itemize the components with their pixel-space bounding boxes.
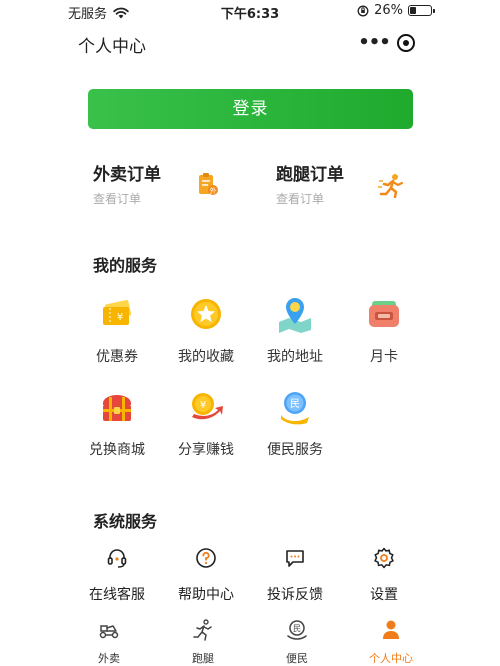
bottom-tab-bar: 外卖 跑腿 民 便民 个人中心	[0, 612, 500, 666]
tab-label: 外卖	[98, 652, 120, 665]
favorites-item[interactable]: 我的收藏	[166, 294, 246, 374]
treasure-chest-icon	[97, 387, 137, 427]
battery-percent: 26%	[374, 3, 403, 18]
svg-text:外: 外	[210, 186, 217, 195]
share-earn-label: 分享赚钱	[178, 442, 234, 458]
orientation-lock-icon	[357, 5, 369, 16]
order-title: 外卖订单	[93, 165, 161, 185]
coin-share-icon: ¥	[186, 387, 226, 427]
svg-text:民: 民	[290, 398, 300, 410]
map-pin-icon	[275, 294, 315, 334]
help-center-item[interactable]: 帮助中心	[166, 546, 246, 603]
star-icon	[186, 294, 226, 334]
status-right: 26%	[357, 3, 435, 18]
favorites-label: 我的收藏	[178, 349, 234, 365]
order-subtitle: 查看订单	[93, 192, 142, 206]
more-icon[interactable]: •••	[358, 34, 391, 52]
civic-tab-icon: 民	[287, 620, 307, 640]
battery-icon	[408, 5, 435, 16]
my-services-title: 我的服务	[93, 256, 158, 275]
exchange-mall-label: 兑换商城	[89, 442, 145, 458]
battery-fill	[410, 7, 416, 14]
settings-item[interactable]: 设置	[344, 546, 424, 603]
coupon-item[interactable]: ¥ 优惠券	[77, 294, 157, 374]
online-support-item[interactable]: 在线客服	[77, 546, 157, 603]
address-item[interactable]: 我的地址	[255, 294, 335, 374]
help-icon	[196, 548, 216, 568]
svg-text:民: 民	[293, 624, 301, 633]
mini-program-capsule: •••	[358, 28, 422, 58]
coupon-icon: ¥	[97, 294, 137, 334]
errand-order-entry[interactable]: 跑腿订单 查看订单	[276, 160, 436, 210]
exchange-mall-item[interactable]: 兑换商城	[77, 387, 157, 467]
feedback-item[interactable]: 投诉反馈	[255, 546, 335, 603]
tab-label: 跑腿	[192, 652, 214, 665]
svg-text:¥: ¥	[200, 400, 206, 411]
civic-service-item[interactable]: 民 便民服务	[255, 387, 335, 467]
help-center-label: 帮助中心	[178, 587, 234, 603]
feedback-icon	[286, 550, 304, 567]
nav-bar: 个人中心 •••	[0, 22, 500, 62]
tab-errand[interactable]: 跑腿	[163, 618, 243, 666]
coupon-label: 优惠券	[96, 349, 138, 365]
headset-icon	[107, 549, 127, 568]
settings-label: 设置	[370, 587, 398, 603]
tab-label: 便民	[286, 652, 308, 665]
system-services-title: 系统服务	[93, 512, 158, 531]
civic-service-icon: 民	[275, 387, 315, 427]
runner-tab-icon	[193, 619, 212, 641]
tab-food[interactable]: 外卖	[69, 618, 149, 666]
errand-runner-icon	[378, 174, 404, 198]
order-title: 跑腿订单	[276, 165, 344, 185]
page-title: 个人中心	[78, 37, 146, 57]
civic-service-label: 便民服务	[267, 442, 323, 458]
monthly-card-item[interactable]: 月卡	[344, 294, 424, 374]
feedback-label: 投诉反馈	[267, 587, 323, 603]
delivery-order-icon: 外	[199, 173, 218, 195]
monthly-card-label: 月卡	[370, 349, 398, 365]
tab-label: 个人中心	[369, 652, 413, 665]
svg-text:¥: ¥	[117, 312, 123, 323]
close-target-icon[interactable]	[390, 34, 422, 52]
user-tab-icon	[383, 620, 399, 639]
address-label: 我的地址	[267, 349, 323, 365]
monthly-card-icon	[364, 294, 404, 334]
tab-civic[interactable]: 民 便民	[257, 618, 337, 666]
delivery-order-entry[interactable]: 外卖订单 查看订单 外	[93, 160, 253, 210]
order-subtitle: 查看订单	[276, 192, 325, 206]
status-bar: 无服务 下午6:33 26%	[0, 0, 500, 22]
online-support-label: 在线客服	[89, 587, 145, 603]
tab-profile[interactable]: 个人中心	[351, 618, 431, 666]
food-tab-icon	[99, 625, 119, 639]
share-earn-item[interactable]: ¥ 分享赚钱	[166, 387, 246, 467]
login-button[interactable]: 登录	[88, 89, 413, 129]
gear-icon	[374, 547, 394, 569]
